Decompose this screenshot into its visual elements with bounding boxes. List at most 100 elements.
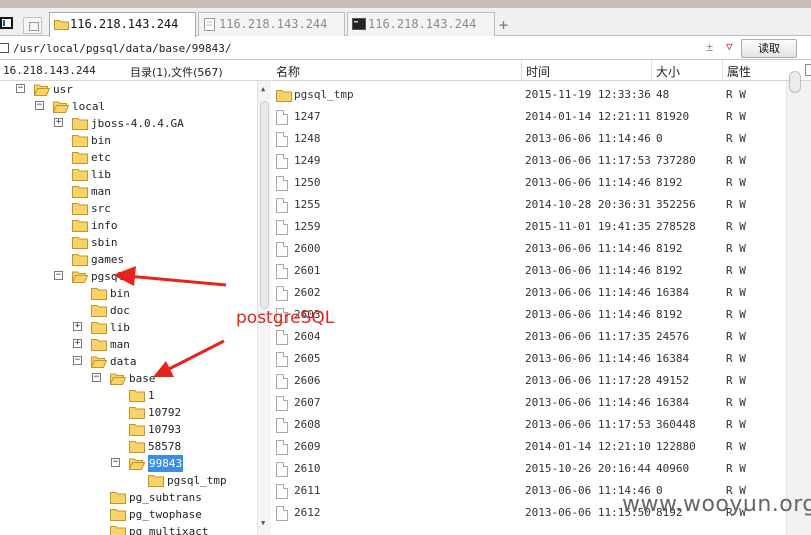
directory-tree: − usr − local + jboss-4.0.4.GA bin etc lib man src… <box>0 81 257 535</box>
tree-node[interactable]: 1 <box>0 387 257 404</box>
tree-node[interactable]: games <box>0 251 257 268</box>
file-row[interactable]: 2609 2014-01-14 12:21:10 122880 R W <box>272 436 811 458</box>
tree-node[interactable]: 10792 <box>0 404 257 421</box>
tree-node[interactable]: + jboss-4.0.4.GA <box>0 115 257 132</box>
collapse-toggle-icon[interactable]: − <box>35 101 44 110</box>
file-row[interactable]: 2601 2013-06-06 11:14:46 8192 R W <box>272 260 811 282</box>
column-divider[interactable] <box>521 60 522 81</box>
file-row[interactable]: 2610 2015-10-26 20:16:44 40960 R W <box>272 458 811 480</box>
file-row[interactable]: 2608 2013-06-06 11:17:53 360448 R W <box>272 414 811 436</box>
column-divider[interactable] <box>651 60 652 81</box>
column-size[interactable]: 大小 <box>656 63 680 80</box>
expand-toggle-icon[interactable]: + <box>73 322 82 331</box>
file-row[interactable]: 2604 2013-06-06 11:17:35 24576 R W <box>272 326 811 348</box>
tree-node[interactable]: bin <box>0 285 257 302</box>
file-icon <box>276 440 288 455</box>
file-row[interactable]: 1255 2014-10-28 20:36:31 352256 R W <box>272 194 811 216</box>
file-size: 360448 <box>656 418 696 431</box>
collapse-toggle-icon[interactable]: − <box>92 373 101 382</box>
tree-node[interactable]: pg_subtrans <box>0 489 257 506</box>
folder-icon <box>72 135 88 147</box>
file-row[interactable]: 2606 2013-06-06 11:17:28 49152 R W <box>272 370 811 392</box>
dropdown-arrow-icon[interactable]: ▽ <box>726 40 733 53</box>
tab-bar: 116.218.143.244 116.218.143.244 116.218.… <box>0 8 811 37</box>
tree-node[interactable]: + man <box>0 336 257 353</box>
file-time: 2015-11-01 19:41:35 <box>525 220 651 233</box>
file-size: 737280 <box>656 154 696 167</box>
file-row[interactable]: 2605 2013-06-06 11:14:46 16384 R W <box>272 348 811 370</box>
file-icon <box>276 264 288 279</box>
file-scroll-thumb[interactable] <box>789 71 801 93</box>
file-name: 2610 <box>294 462 321 475</box>
tree-node[interactable]: + lib <box>0 319 257 336</box>
file-list-header: 名称 时间 大小 属性 <box>272 60 811 81</box>
tree-node[interactable]: etc <box>0 149 257 166</box>
tab-session-1[interactable]: 116.218.143.244 <box>49 12 196 37</box>
tree-node[interactable]: − base <box>0 370 257 387</box>
column-divider[interactable] <box>722 60 723 81</box>
file-row[interactable]: 1247 2014-01-14 12:21:11 81920 R W <box>272 106 811 128</box>
column-time[interactable]: 时间 <box>526 63 550 80</box>
tree-scroll-thumb[interactable] <box>260 101 269 309</box>
file-row[interactable]: 1248 2013-06-06 11:14:46 0 R W <box>272 128 811 150</box>
collapse-toggle-icon[interactable]: − <box>16 84 25 93</box>
tree-node[interactable]: − usr <box>0 81 257 98</box>
file-list-scrollbar[interactable] <box>786 71 811 535</box>
tree-node[interactable]: − local <box>0 98 257 115</box>
history-icon[interactable]: ± <box>706 40 713 54</box>
add-tab-button[interactable]: + <box>499 18 508 33</box>
tree-node[interactable]: − 99843 <box>0 455 257 472</box>
folder-open-icon <box>91 356 107 368</box>
tab-label: 116.218.143.244 <box>70 17 179 31</box>
scroll-down-icon[interactable]: ▼ <box>261 519 265 527</box>
tree-node[interactable]: − pgsql <box>0 268 257 285</box>
file-attr: R W <box>726 396 746 409</box>
tree-node[interactable]: pg_twophase <box>0 506 257 523</box>
file-size: 48 <box>656 88 670 101</box>
read-button[interactable]: 读取 <box>741 39 797 58</box>
file-time: 2014-10-28 20:36:31 <box>525 198 651 211</box>
file-attr: R W <box>726 132 746 145</box>
tree-node[interactable]: info <box>0 217 257 234</box>
column-name[interactable]: 名称 <box>276 63 300 80</box>
app-icon[interactable] <box>0 17 13 29</box>
tree-node[interactable]: doc <box>0 302 257 319</box>
tree-node[interactable]: pg_multixact <box>0 523 257 535</box>
tree-node-label: man <box>91 185 111 198</box>
column-attr[interactable]: 属性 <box>727 63 751 80</box>
file-row[interactable]: 1249 2013-06-06 11:17:53 737280 R W <box>272 150 811 172</box>
tree-node[interactable]: 10793 <box>0 421 257 438</box>
tree-node[interactable]: − data <box>0 353 257 370</box>
file-row[interactable]: 2603 2013-06-06 11:14:46 8192 R W <box>272 304 811 326</box>
file-row[interactable]: pgsql_tmp 2015-11-19 12:33:36 48 R W <box>272 84 811 106</box>
tree-node-label: local <box>72 100 106 113</box>
file-row[interactable]: 1250 2013-06-06 11:14:46 8192 R W <box>272 172 811 194</box>
tab-session-3[interactable]: 116.218.143.244 <box>347 12 495 36</box>
file-row[interactable]: 2602 2013-06-06 11:14:46 16384 R W <box>272 282 811 304</box>
tree-node[interactable]: pgsql_tmp <box>0 472 257 489</box>
folder-open-icon <box>129 458 145 470</box>
collapse-toggle-icon[interactable]: − <box>111 458 120 467</box>
collapse-toggle-icon[interactable]: − <box>73 356 82 365</box>
tab-session-2[interactable]: 116.218.143.244 <box>198 12 345 36</box>
file-size: 16384 <box>656 286 690 299</box>
tree-node[interactable]: sbin <box>0 234 257 251</box>
expand-toggle-icon[interactable]: + <box>73 339 82 348</box>
collapse-toggle-icon[interactable]: − <box>54 271 63 280</box>
path-input[interactable]: /usr/local/pgsql/data/base/99843/ <box>13 40 703 57</box>
scroll-up-icon[interactable]: ▲ <box>261 85 265 93</box>
expand-toggle-icon[interactable]: + <box>54 118 63 127</box>
tree-node[interactable]: bin <box>0 132 257 149</box>
file-time: 2015-11-19 12:33:36 <box>525 88 651 101</box>
tree-node[interactable]: src <box>0 200 257 217</box>
file-attr: R W <box>726 110 746 123</box>
column-chooser-icon[interactable] <box>805 64 811 76</box>
file-row[interactable]: 2600 2013-06-06 11:14:46 8192 R W <box>272 238 811 260</box>
tree-node[interactable]: lib <box>0 166 257 183</box>
tree-node[interactable]: man <box>0 183 257 200</box>
tree-header: 16.218.143.244 目录(1),文件(567) <box>0 60 271 81</box>
new-window-icon[interactable] <box>23 17 42 34</box>
file-row[interactable]: 1259 2015-11-01 19:41:35 278528 R W <box>272 216 811 238</box>
file-row[interactable]: 2607 2013-06-06 11:14:46 16384 R W <box>272 392 811 414</box>
tree-node[interactable]: 58578 <box>0 438 257 455</box>
